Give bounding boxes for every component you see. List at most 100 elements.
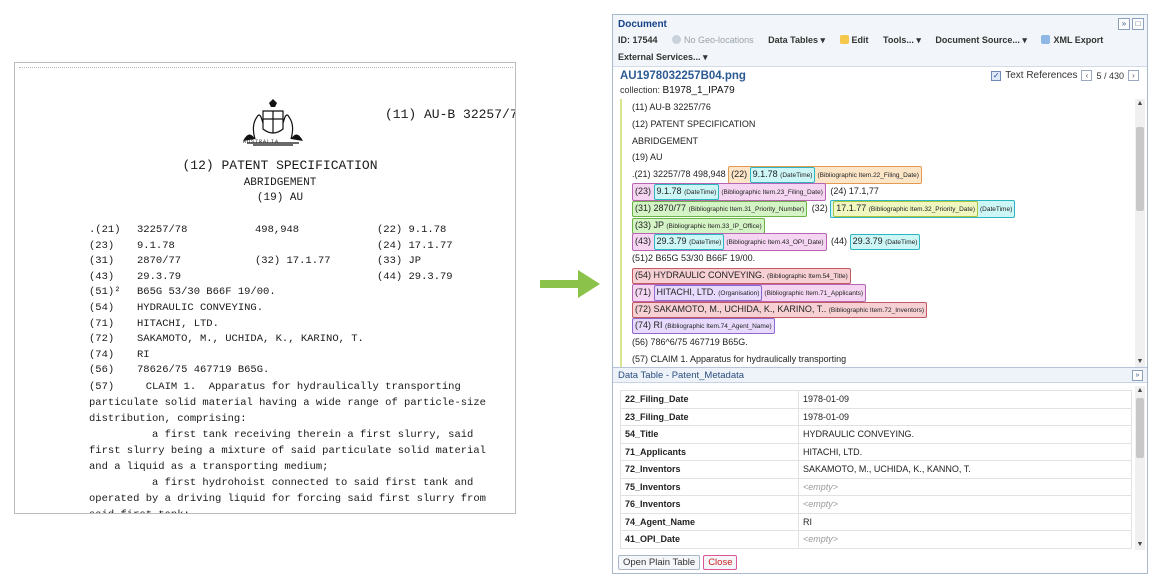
annotation-datetime[interactable]: 29.3.79 (DateTime): [653, 234, 725, 251]
geo-label: No Geo-locations: [684, 35, 754, 45]
table-row[interactable]: 72_Inventors SAKAMOTO, M., UCHIDA, K., KA…: [620, 460, 1132, 479]
scan-cell: (22) 9.1.78: [377, 224, 447, 236]
window-title: Document: [618, 19, 667, 30]
annotation-organisation[interactable]: HITACHI, LTD. (Organisation): [653, 284, 763, 301]
xml-export-button[interactable]: XML Export: [1041, 35, 1103, 45]
text-scrollbar-thumb[interactable]: [1136, 127, 1144, 211]
external-services-menu[interactable]: External Services... ▾: [618, 52, 708, 63]
annotation-datetime[interactable]: 9.1.78 (DateTime): [749, 167, 816, 184]
annotation-priority-date[interactable]: 17.1.77 (Bibliographic Item.32_Priority_…: [833, 200, 978, 217]
annotation-datetime[interactable]: 17.1.77 (Bibliographic Item.32_Priority_…: [830, 199, 1016, 218]
annotation-priority-number[interactable]: (31) 2870/77 (Bibliographic Item.31_Prio…: [632, 200, 808, 217]
annotation-inventors[interactable]: (72) SAKAMOTO, M., UCHIDA, K., KARINO, T…: [632, 301, 928, 318]
document-filename[interactable]: AU1978032257B04.png: [620, 70, 746, 82]
annotation-datetime[interactable]: 9.1.78 (DateTime): [653, 183, 720, 200]
scroll-up-icon[interactable]: ▲: [1135, 99, 1145, 109]
scan-claim-line: (57) CLAIM 1. Apparatus for hydraulicall…: [89, 381, 461, 393]
table-row[interactable]: 22_Filing_Date 1978-01-09: [620, 390, 1132, 409]
open-plain-table-button[interactable]: Open Plain Table: [618, 555, 701, 570]
scan-cell: RI: [137, 348, 150, 361]
table-value-cell[interactable]: HYDRAULIC CONVEYING.: [798, 425, 1132, 444]
data-table-body[interactable]: 22_Filing_Date 1978-01-09 23_Filing_Date 19…: [620, 390, 1132, 550]
annotation-text: HITACHI, LTD.: [656, 286, 716, 297]
edit-button[interactable]: Edit: [839, 35, 869, 45]
scroll-down-icon[interactable]: ▼: [1135, 540, 1145, 550]
annotation-agent-name[interactable]: (74) RI (Bibliographic Item.74_Agent_Nam…: [632, 318, 775, 335]
annotation-text: (23): [635, 185, 652, 196]
scan-cell: (74): [89, 348, 115, 361]
table-value-cell[interactable]: 1978-01-09: [798, 390, 1132, 409]
annotation-filing-date-22[interactable]: (22) 9.1.78 (DateTime) (Bibliographic Ite…: [728, 166, 922, 185]
table-value-cell[interactable]: HITACHI, LTD.: [798, 442, 1132, 461]
annotation-text: 29.3.79: [852, 236, 883, 247]
document-window: Document » □ ID: 17544 No Geo-locations …: [612, 14, 1148, 574]
document-id: ID: 17544: [618, 35, 658, 45]
text-references-checkbox[interactable]: ✓: [991, 70, 1002, 81]
data-tables-menu[interactable]: Data Tables ▾: [768, 35, 825, 46]
scan-cell: (32) 17.1.77: [255, 255, 331, 268]
table-row[interactable]: 54_Title HYDRAULIC CONVEYING.: [620, 425, 1132, 444]
table-key-cell: 72_Inventors: [620, 460, 799, 479]
table-row[interactable]: 76_Inventors <empty>: [620, 495, 1132, 514]
table-row[interactable]: 75_Inventors <empty>: [620, 477, 1132, 496]
table-scrollbar[interactable]: ▲ ▼: [1135, 386, 1145, 550]
table-value-cell[interactable]: <empty>: [798, 495, 1132, 514]
annotation-type-label: (Bibliographic Item.31_Priority_Number): [688, 205, 805, 213]
text-line-content: ABRIDGEMENT: [632, 135, 699, 146]
text-scrollbar[interactable]: ▲ ▼: [1135, 99, 1145, 367]
annotation-text: (33) JP: [635, 219, 664, 230]
right-arrow-icon: [540, 270, 600, 298]
table-scrollbar-thumb[interactable]: [1136, 398, 1144, 458]
table-row[interactable]: 23_Filing_Date 1978-01-09: [620, 407, 1132, 426]
table-row[interactable]: 41_OPI_Date <empty>: [620, 530, 1132, 549]
document-source-menu[interactable]: Document Source... ▾: [935, 35, 1027, 46]
text-line: (12) PATENT SPECIFICATION: [622, 116, 1135, 133]
table-value-cell[interactable]: RI: [798, 512, 1132, 531]
close-button[interactable]: Close: [703, 555, 738, 570]
annotated-text-area[interactable]: (11) AU-B 32257/76 (12) PATENT SPECIFICA…: [620, 99, 1135, 367]
previous-page-button[interactable]: ‹: [1081, 70, 1093, 81]
table-key-cell: 76_Inventors: [620, 495, 799, 514]
xml-export-label: XML Export: [1053, 35, 1104, 45]
annotation-opi-date[interactable]: (43) 29.3.79 (DateTime) (Bibliographic It…: [632, 233, 827, 252]
annotation-type-label: (Bibliographic Item.74_Agent_Name): [665, 323, 772, 331]
pencil-icon: [839, 35, 849, 44]
annotation-ip-office[interactable]: (33) JP (Bibliographic Item.33_IP_Office…: [632, 217, 765, 234]
text-line-content: (51)2 B65G 53/30 B66F 19/00.: [632, 253, 756, 264]
table-key-cell: 74_Agent_Name: [620, 512, 799, 531]
scan-cell: 29.3.79: [137, 270, 182, 283]
geo-locations-button[interactable]: No Geo-locations: [672, 35, 754, 45]
next-page-button[interactable]: ›: [1128, 70, 1139, 81]
maximize-icon[interactable]: □: [1132, 18, 1144, 30]
text-line-content: (19) AU: [632, 152, 663, 163]
collection-info: collection: B1978_1_IPA79: [620, 85, 735, 96]
table-row[interactable]: 71_Applicants HITACHI, LTD.: [620, 442, 1132, 461]
text-references-control: ✓ Text References ‹ 5 / 430 ›: [991, 70, 1139, 81]
scan-claim-line: said first tank;: [89, 507, 489, 513]
expand-icon[interactable]: »: [1118, 18, 1130, 30]
collection-value: B1978_1_IPA79: [662, 85, 735, 96]
annotation-applicants[interactable]: (71) HITACHI, LTD. (Organisation) (Biblio…: [632, 283, 867, 302]
collapse-icon[interactable]: »: [1132, 370, 1143, 381]
table-row[interactable]: 74_Agent_Name RI: [620, 512, 1132, 531]
annotation-filing-date-23[interactable]: (23) 9.1.78 (DateTime) (Bibliographic Ite…: [632, 182, 826, 201]
scan-noise: [19, 67, 513, 70]
scan-cell: (54): [89, 302, 115, 314]
annotation-text: 9.1.78: [656, 185, 682, 196]
annotation-datetime[interactable]: 29.3.79 (DateTime): [849, 234, 921, 251]
scan-claim-text: (57) CLAIM 1. Apparatus for hydraulicall…: [89, 379, 489, 513]
scan-cell: (23): [89, 239, 115, 252]
scan-cell: (56): [89, 364, 115, 377]
text-line: .(21) 32257/78 498,948 (22) 9.1.78 (Date…: [622, 166, 1135, 185]
tools-menu[interactable]: Tools... ▾: [883, 35, 921, 46]
table-value-cell[interactable]: 1978-01-09: [798, 407, 1132, 426]
annotation-title[interactable]: (54) HYDRAULIC CONVEYING. (Bibliographic…: [632, 267, 851, 284]
table-value-cell[interactable]: SAKAMOTO, M., UCHIDA, K., KANNO, T.: [798, 460, 1132, 479]
scroll-up-icon[interactable]: ▲: [1135, 386, 1145, 396]
scroll-down-icon[interactable]: ▼: [1135, 357, 1145, 367]
annotation-text: (72) SAKAMOTO, M., UCHIDA, K., KARINO, T…: [635, 303, 827, 314]
table-value-cell[interactable]: <empty>: [798, 530, 1132, 549]
page-counter: 5 / 430: [1096, 70, 1124, 81]
table-value-cell[interactable]: <empty>: [798, 477, 1132, 496]
text-line-content: (56) 786^6/75 467719 B65G.: [632, 337, 748, 348]
